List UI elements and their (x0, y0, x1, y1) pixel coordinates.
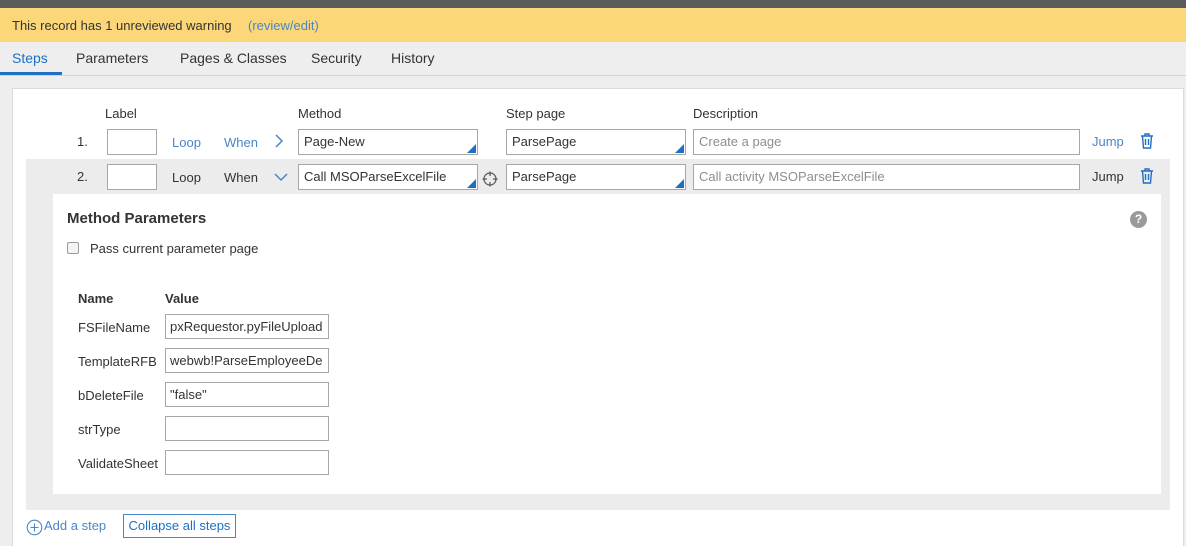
step-page-input[interactable]: ParsePage (506, 129, 686, 155)
param-value-input[interactable] (165, 416, 329, 441)
tab-security[interactable]: Security (311, 50, 362, 66)
when-link[interactable]: When (224, 170, 258, 185)
step-label-input[interactable] (107, 164, 157, 190)
description-placeholder: Create a page (699, 134, 782, 149)
param-name: TemplateRFB (78, 354, 157, 369)
loop-link[interactable]: Loop (172, 135, 201, 150)
review-edit-link[interactable]: (review/edit) (248, 18, 319, 33)
param-name: FSFileName (78, 320, 151, 335)
chevron-right-icon[interactable] (273, 134, 285, 148)
active-tab-indicator (0, 72, 62, 75)
dropdown-corner-icon (675, 144, 684, 153)
description-input[interactable]: Create a page (693, 129, 1080, 155)
param-value-input[interactable]: webwb!ParseEmployeeDe (165, 348, 329, 373)
method-parameters-panel (53, 194, 1161, 494)
method-parameters-title: Method Parameters (67, 210, 207, 227)
dropdown-corner-icon (467, 179, 476, 188)
method-value: Call MSOParseExcelFile (304, 169, 447, 184)
trash-icon[interactable] (1140, 133, 1154, 149)
trash-icon[interactable] (1140, 168, 1154, 184)
param-value-input[interactable] (165, 450, 329, 475)
tab-pages-classes[interactable]: Pages & Classes (180, 50, 287, 66)
jump-link[interactable]: Jump (1092, 169, 1124, 184)
step-page-value: ParsePage (512, 169, 577, 184)
step-page-input[interactable]: ParsePage (506, 164, 686, 190)
crosshair-icon[interactable] (482, 171, 498, 187)
param-name-header: Name (78, 291, 114, 306)
warning-banner: This record has 1 unreviewed warning (re… (0, 8, 1186, 42)
description-input[interactable]: Call activity MSOParseExcelFile (693, 164, 1080, 190)
add-step-link[interactable]: Add a step (44, 518, 106, 533)
description-placeholder: Call activity MSOParseExcelFile (699, 169, 885, 184)
dropdown-corner-icon (675, 179, 684, 188)
param-value-input[interactable]: "false" (165, 382, 329, 407)
method-input[interactable]: Page-New (298, 129, 478, 155)
plus-circle-icon[interactable] (26, 519, 43, 536)
pass-current-parameter-label: Pass current parameter page (90, 241, 259, 256)
tab-history[interactable]: History (391, 50, 435, 66)
step-label-input[interactable] (107, 129, 157, 155)
column-header-label: Label (105, 106, 137, 121)
method-value: Page-New (304, 134, 365, 149)
dropdown-corner-icon (467, 144, 476, 153)
loop-link[interactable]: Loop (172, 170, 201, 185)
step-number: 2. (77, 169, 88, 184)
help-icon[interactable]: ? (1130, 211, 1147, 228)
column-header-description: Description (693, 106, 759, 121)
tab-bar: Steps Parameters Pages & Classes Securit… (0, 42, 1186, 76)
column-header-step-page: Step page (506, 106, 566, 121)
top-bar (0, 0, 1186, 8)
warning-text: This record has 1 unreviewed warning (12, 18, 232, 33)
pass-current-parameter-checkbox[interactable] (67, 242, 79, 254)
tab-steps[interactable]: Steps (12, 50, 48, 66)
chevron-down-icon[interactable] (274, 172, 288, 182)
param-value-header: Value (165, 291, 199, 306)
collapse-all-steps-button[interactable]: Collapse all steps (123, 514, 236, 538)
tab-parameters[interactable]: Parameters (76, 50, 148, 66)
when-link[interactable]: When (224, 135, 258, 150)
param-value-input[interactable]: pxRequestor.pyFileUpload (165, 314, 329, 339)
param-name: ValidateSheet (78, 456, 158, 471)
param-name: bDeleteFile (78, 388, 144, 403)
jump-link[interactable]: Jump (1092, 134, 1124, 149)
method-input[interactable]: Call MSOParseExcelFile (298, 164, 478, 190)
step-page-value: ParsePage (512, 134, 577, 149)
step-number: 1. (77, 134, 88, 149)
column-header-method: Method (298, 106, 342, 121)
param-name: strType (78, 422, 121, 437)
